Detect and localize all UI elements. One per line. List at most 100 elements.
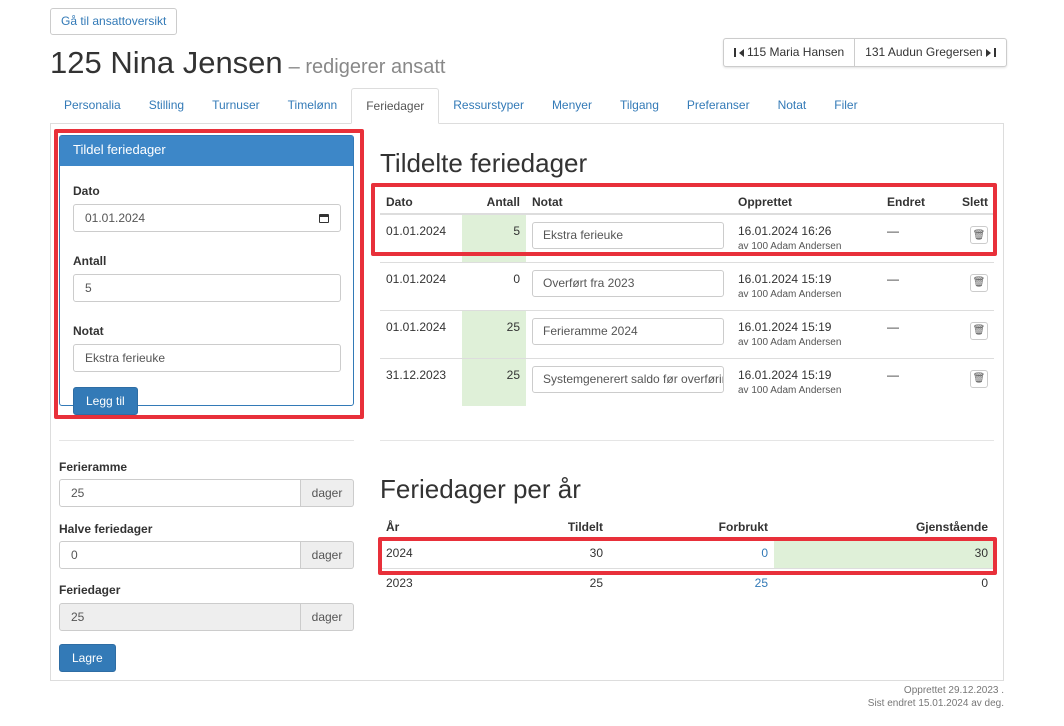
row-date: 01.01.2024	[380, 309, 462, 358]
row-created-by: av 100 Adam Andersen	[738, 384, 842, 396]
tab-timelonn[interactable]: Timelønn	[274, 88, 352, 123]
vacation-days-unit: dager	[301, 603, 354, 631]
count-value: 5	[85, 281, 92, 295]
row-created: 16.01.2024 16:26	[738, 224, 832, 238]
per-year-heading: Feriedager per år	[380, 474, 581, 504]
tab-notat[interactable]: Notat	[764, 88, 821, 123]
row-changed: —	[881, 261, 946, 310]
remaining-cell: 0	[774, 567, 994, 598]
row-date: 01.01.2024	[380, 261, 462, 310]
row-created-by: av 100 Adam Andersen	[738, 241, 842, 252]
previous-employee-label: 115 Maria Hansen	[747, 45, 845, 59]
col-note: Notat	[526, 190, 732, 215]
tab-feriedager[interactable]: Feriedager	[351, 88, 440, 124]
trash-icon[interactable]: 🗑	[970, 369, 988, 388]
vacation-days-input: 25	[59, 603, 301, 631]
row-created: 16.01.2024 15:19	[738, 271, 832, 286]
date-label: Dato	[73, 184, 100, 198]
col-count: Antall	[462, 190, 526, 215]
employee-name: 125 Nina Jensen	[50, 45, 283, 80]
assigned-cell: 30	[589, 546, 603, 561]
per-year-table: År Tildelt Forbrukt Gjenstående 2024 30 …	[380, 516, 994, 598]
note-input[interactable]: Ekstra ferieuke	[73, 344, 341, 372]
year-cell: 2023	[380, 567, 450, 598]
table-row: 31.12.2023 25 Systemgenerert saldo før o…	[380, 357, 994, 406]
frame-input[interactable]: 25	[59, 479, 301, 507]
row-created: 16.01.2024 15:19	[738, 367, 832, 382]
vacation-days-input-group: 25 dager	[59, 603, 354, 631]
count-label: Antall	[73, 254, 107, 268]
table-row: 01.01.2024 25 Ferieramme 2024 16.01.2024…	[380, 309, 994, 358]
table-row: 01.01.2024 0 Overført fra 2023 16.01.202…	[380, 261, 994, 310]
trash-icon[interactable]: 🗑	[970, 226, 988, 244]
skip-forward-icon	[993, 48, 996, 57]
col-date: Dato	[380, 190, 462, 215]
half-days-input[interactable]: 0	[59, 541, 301, 569]
page-title: 125 Nina Jensen – redigerer ansatt	[50, 45, 445, 81]
add-button[interactable]: Legg til	[73, 387, 138, 415]
row-created: 16.01.2024 15:19	[738, 319, 832, 334]
used-link[interactable]: 25	[755, 576, 768, 590]
row-note-input[interactable]: Ferieramme 2024	[532, 317, 724, 345]
tab-preferanser[interactable]: Preferanser	[673, 88, 764, 123]
date-input[interactable]: 01.01.2024	[73, 204, 341, 232]
table-row: 2023 25 25 0	[380, 567, 994, 598]
col-year: År	[380, 516, 450, 539]
triangle-left-icon	[739, 48, 744, 57]
page-subtitle: – redigerer ansatt	[288, 56, 446, 78]
divider-right	[380, 440, 994, 441]
table-row: 2024 30 0 30	[380, 538, 994, 568]
row-date: 01.01.2024	[386, 224, 447, 238]
trash-icon[interactable]: 🗑	[970, 273, 988, 292]
date-value: 01.01.2024	[85, 211, 146, 225]
assign-vacation-panel: Tildel feriedager Dato 01.01.2024 Antall…	[59, 135, 354, 415]
next-employee-button[interactable]: 131 Audun Gregersen	[854, 39, 1005, 66]
row-count: 25	[462, 309, 526, 358]
used-link[interactable]: 0	[761, 546, 768, 560]
created-info: Opprettet 29.12.2023 .	[903, 685, 1004, 696]
previous-employee-button[interactable]: 115 Maria Hansen	[724, 39, 854, 66]
panel-heading: Tildel feriedager	[60, 136, 353, 166]
half-days-input-group: 0 dager	[59, 541, 354, 569]
divider-left	[59, 440, 354, 441]
note-label: Notat	[73, 324, 104, 338]
row-changed: —	[881, 357, 946, 406]
row-note-input[interactable]: Ekstra ferieuke	[532, 222, 724, 249]
frame-unit: dager	[301, 479, 354, 507]
tab-stilling[interactable]: Stilling	[135, 88, 198, 123]
frame-label: Ferieramme	[59, 460, 128, 474]
tab-personalia[interactable]: Personalia	[50, 88, 135, 123]
calendar-icon[interactable]	[319, 213, 329, 223]
back-to-employees-button[interactable]: Gå til ansattoversikt	[50, 8, 178, 35]
assigned-table: Dato Antall Notat Opprettet Endret Slett…	[380, 190, 994, 406]
next-employee-label: 131 Audun Gregersen	[865, 45, 983, 59]
changed-info: Sist endret 15.01.2024 av deg.	[867, 698, 1004, 709]
row-note-input[interactable]: Overført fra 2023	[532, 269, 724, 297]
trash-icon[interactable]: 🗑	[970, 321, 988, 340]
remaining-cell: 30	[774, 538, 994, 568]
tab-filer[interactable]: Filer	[820, 88, 871, 123]
col-changed: Endret	[881, 190, 946, 215]
employee-navigation: 115 Maria Hansen 131 Audun Gregersen	[723, 38, 1007, 67]
half-days-label: Halve feriedager	[59, 522, 153, 536]
tab-bar: Personalia Stilling Turnuser Timelønn Fe…	[50, 88, 1004, 124]
audit-footer: Opprettet 29.12.2023 . Sist endret 15.01…	[868, 684, 1004, 710]
row-created-by: av 100 Adam Andersen	[738, 336, 842, 348]
col-used: Forbrukt	[609, 516, 774, 539]
row-count: 25	[462, 357, 526, 406]
col-assigned: Tildelt	[450, 516, 609, 539]
row-created-by: av 100 Adam Andersen	[738, 288, 842, 300]
triangle-right-icon	[985, 48, 991, 57]
tab-ressurstyper[interactable]: Ressurstyper	[439, 88, 538, 123]
tab-tilgang[interactable]: Tilgang	[606, 88, 673, 123]
save-button[interactable]: Lagre	[59, 644, 116, 672]
col-delete: Slett	[946, 190, 994, 215]
assigned-heading: Tildelte feriedager	[380, 148, 588, 178]
count-input[interactable]: 5	[73, 274, 341, 302]
col-created: Opprettet	[732, 190, 881, 215]
assigned-cell: 25	[450, 567, 609, 598]
tab-menyer[interactable]: Menyer	[538, 88, 606, 123]
tab-turnuser[interactable]: Turnuser	[198, 88, 274, 123]
row-note-input[interactable]: Systemgenerert saldo før overføring	[532, 365, 724, 393]
row-changed: —	[887, 224, 899, 238]
